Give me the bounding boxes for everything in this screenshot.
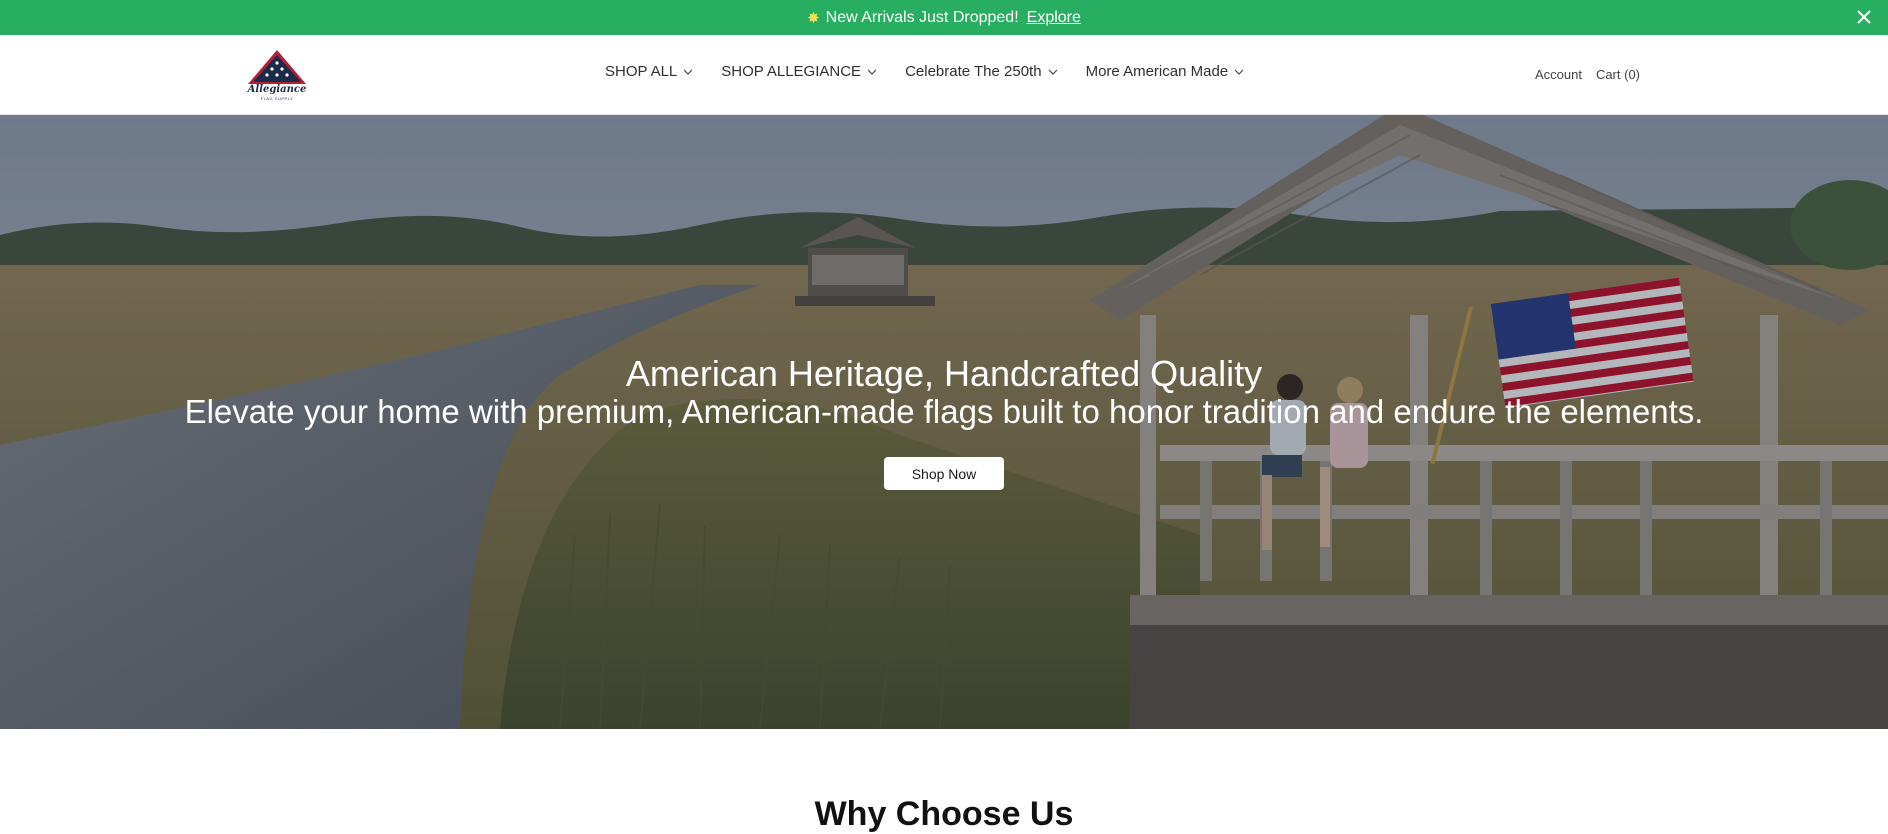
explore-link[interactable]: Explore — [1027, 9, 1081, 27]
nav-label: SHOP ALL — [605, 63, 678, 80]
flag-triangle-logo-icon — [248, 50, 306, 84]
close-icon[interactable] — [1854, 7, 1874, 27]
chevron-down-icon — [1234, 69, 1244, 75]
nav-shop-all[interactable]: SHOP ALL — [605, 63, 693, 80]
sparkle-star-icon: ✸ — [807, 9, 820, 27]
cart-link[interactable]: Cart (0) — [1596, 67, 1640, 82]
site-header: Allegiance FLAG SUPPLY SHOP ALL SHOP ALL… — [0, 35, 1888, 115]
chevron-down-icon — [867, 69, 877, 75]
header-utilities: Account Cart (0) — [1521, 67, 1640, 82]
chevron-down-icon — [683, 69, 693, 75]
account-link[interactable]: Account — [1535, 67, 1582, 82]
announcement-bar: ✸ New Arrivals Just Dropped! Explore — [0, 0, 1888, 35]
nav-shop-allegiance[interactable]: SHOP ALLEGIANCE — [721, 63, 877, 80]
nav-more-american-made[interactable]: More American Made — [1086, 63, 1245, 80]
hero-title: American Heritage, Handcrafted Quality — [625, 353, 1263, 394]
logo-subtext: FLAG SUPPLY — [260, 96, 294, 101]
site-logo[interactable]: Allegiance FLAG SUPPLY — [246, 48, 308, 102]
nav-label: More American Made — [1085, 63, 1229, 80]
shop-now-button[interactable]: Shop Now — [884, 457, 1004, 490]
logo-text: Allegiance — [247, 84, 307, 95]
hero-banner: American Heritage, Handcrafted Quality E… — [0, 115, 1888, 729]
nav-celebrate-250th[interactable]: Celebrate The 250th — [905, 63, 1058, 80]
nav-label: Celebrate The 250th — [905, 63, 1042, 80]
announcement-text: New Arrivals Just Dropped! — [825, 8, 1019, 26]
chevron-down-icon — [1048, 69, 1058, 75]
hero-subtitle: Elevate your home with premium, American… — [184, 393, 1704, 430]
nav-label: SHOP ALLEGIANCE — [721, 63, 862, 80]
why-choose-us-heading: Why Choose Us — [814, 795, 1074, 833]
main-nav: SHOP ALL SHOP ALLEGIANCE Celebrate The 2… — [605, 63, 1272, 80]
